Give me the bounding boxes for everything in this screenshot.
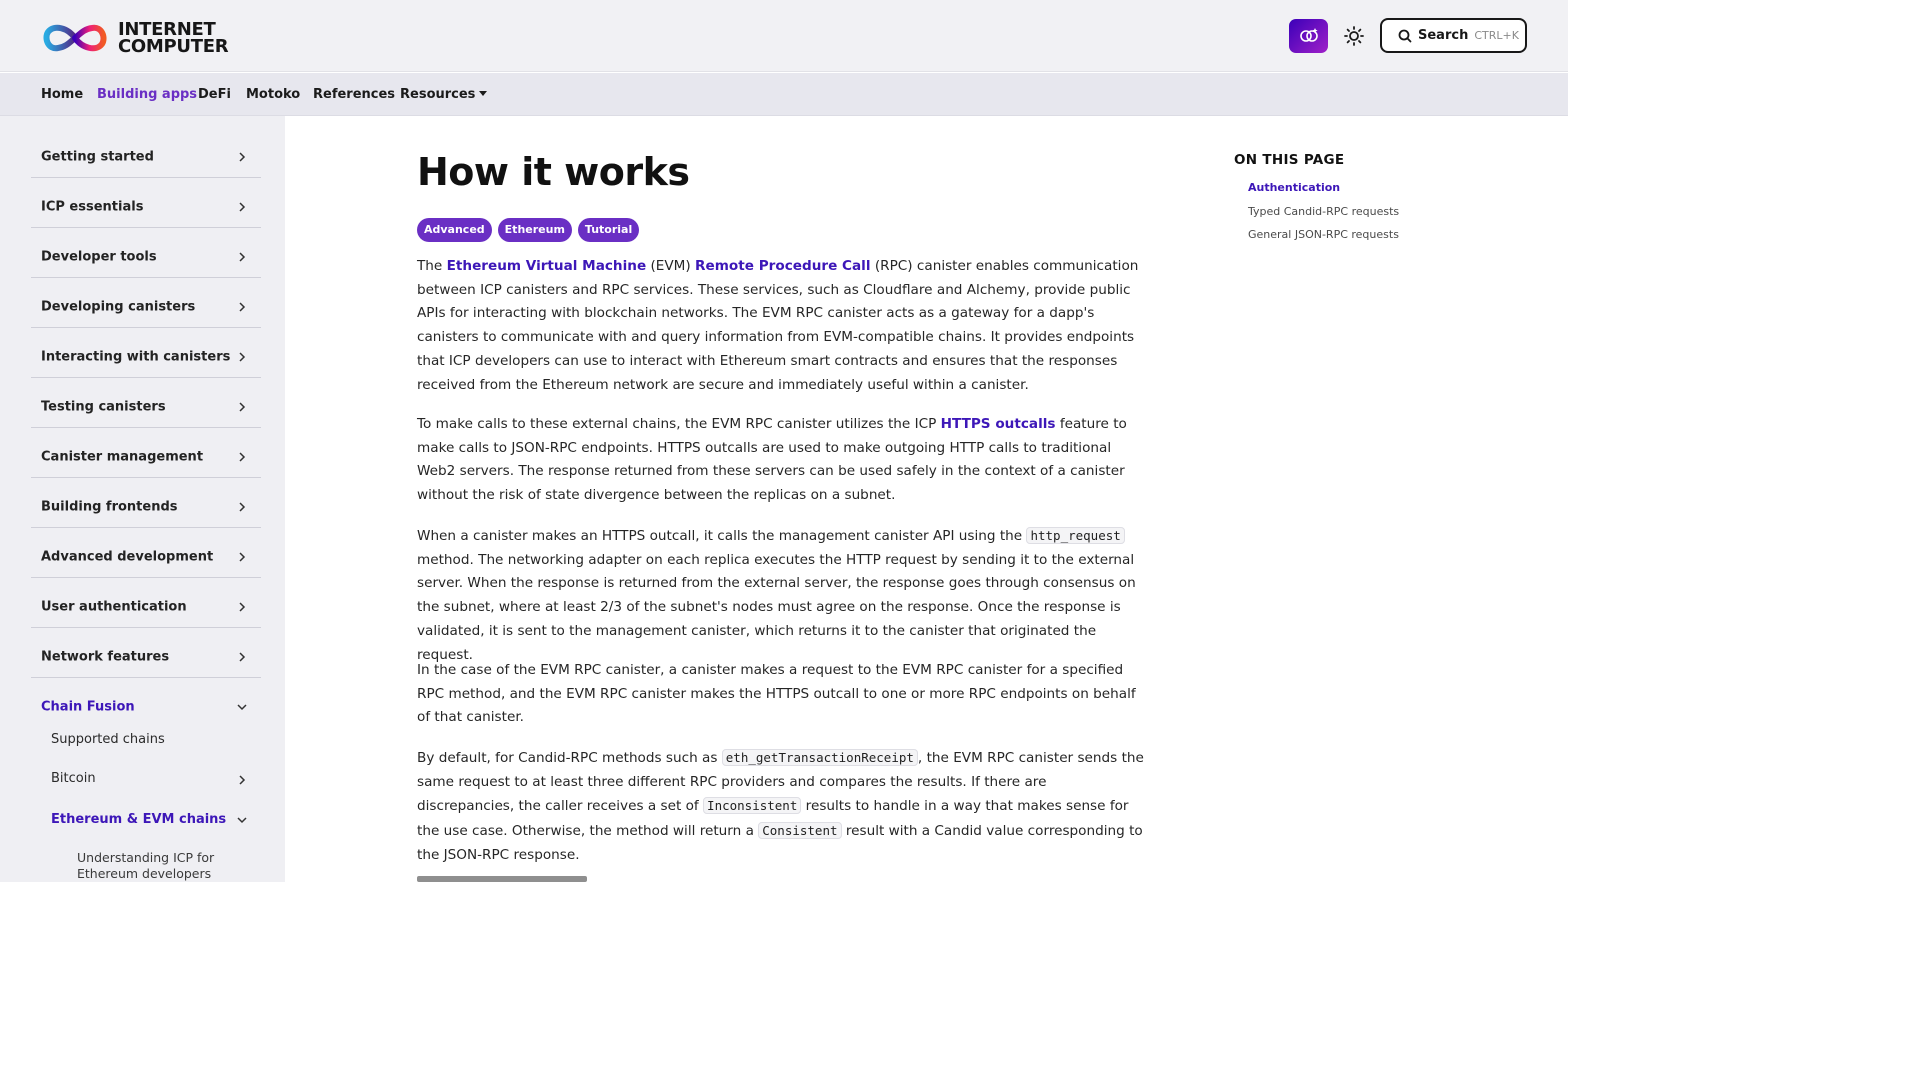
sidebar-item-label: Getting started	[41, 149, 154, 165]
sidebar-item-label: Interacting with canisters	[41, 349, 231, 365]
chevron-right-icon	[239, 552, 246, 562]
sidebar-item-user-authentication[interactable]: User authentication	[31, 578, 261, 628]
ai-assistant-button[interactable]	[1289, 19, 1328, 53]
sidebar-subitem-supported-chains[interactable]: Supported chains	[51, 732, 165, 747]
link-ethereum-virtual-machine[interactable]: Ethereum Virtual Machine	[447, 258, 647, 274]
sidebar-item-interacting-with-canisters[interactable]: Interacting with canisters	[31, 328, 261, 378]
sidebar-item-label: Chain Fusion	[41, 699, 135, 715]
sun-icon	[1344, 26, 1364, 46]
theme-toggle-button[interactable]	[1340, 22, 1368, 50]
link-remote-procedure-call[interactable]: Remote Procedure Call	[695, 258, 870, 274]
internet-computer-logo[interactable]: INTERNET COMPUTER	[40, 20, 229, 57]
sparkle-brain-icon	[1299, 28, 1318, 42]
chevron-right-icon	[239, 602, 246, 612]
code-inconsistent: Inconsistent	[703, 797, 802, 815]
infinity-logo-icon	[43, 24, 107, 52]
chevron-right-icon	[239, 302, 246, 312]
sidebar-item-network-features[interactable]: Network features	[31, 628, 261, 678]
tag-tutorial[interactable]: Tutorial	[577, 218, 640, 242]
next-section-heading-clipped	[417, 874, 587, 882]
text: The	[417, 258, 447, 274]
chevron-right-icon	[239, 502, 246, 512]
nav-resources-label: Resources	[400, 87, 476, 102]
chevron-right-icon	[239, 202, 246, 212]
search-icon	[1398, 29, 1412, 42]
tag-ethereum[interactable]: Ethereum	[497, 218, 572, 242]
chevron-right-icon	[239, 152, 246, 162]
chevron-right-icon	[239, 252, 246, 262]
paragraph-candid-rpc: By default, for Candid-RPC methods such …	[417, 746, 1145, 868]
top-header: INTERNET COMPUTER Search CTRL+K	[0, 0, 1568, 72]
nav-building-apps[interactable]: Building apps	[97, 87, 197, 102]
sidebar-item-testing-canisters[interactable]: Testing canisters	[31, 378, 261, 428]
sidebar-item-label: Canister management	[41, 449, 204, 465]
sidebar-item-label: ICP essentials	[41, 199, 144, 215]
sidebar-item-label: Testing canisters	[41, 399, 166, 415]
sidebar-item-icp-essentials[interactable]: ICP essentials	[31, 178, 261, 228]
chevron-right-icon	[239, 402, 246, 412]
toc-item-authentication[interactable]: Authentication	[1248, 181, 1340, 194]
text: To make calls to these external chains, …	[417, 416, 941, 432]
tag-advanced[interactable]: Advanced	[417, 218, 492, 242]
sidebar-subitem-understanding-icp[interactable]: Understanding ICP for Ethereum developer…	[77, 850, 247, 882]
nav-home[interactable]: Home	[41, 87, 83, 102]
caret-down-icon	[479, 91, 488, 96]
logo-line-2: COMPUTER	[118, 36, 229, 57]
chevron-right-icon	[239, 352, 246, 362]
paragraph-https-outcalls: To make calls to these external chains, …	[417, 413, 1145, 508]
nav-references[interactable]: References	[313, 87, 395, 102]
sidebar-item-chain-fusion[interactable]: Chain Fusion	[31, 678, 261, 728]
logo-wordmark: INTERNET COMPUTER	[118, 21, 229, 57]
sidebar-item-label: Network features	[41, 649, 170, 665]
paragraph-management-canister: When a canister makes an HTTPS outcall, …	[417, 524, 1145, 667]
clipped-heading-bar	[417, 876, 587, 882]
sidebar-item-developer-tools[interactable]: Developer tools	[31, 228, 261, 278]
toc-item-general-json-rpc[interactable]: General JSON-RPC requests	[1248, 228, 1399, 241]
search-button[interactable]: Search CTRL+K	[1380, 18, 1527, 53]
text: (EVM)	[646, 258, 696, 274]
toc-item-typed-candid-rpc[interactable]: Typed Candid-RPC requests	[1248, 205, 1399, 218]
text: method. The networking adapter on each r…	[417, 551, 1136, 663]
sidebar-item-label: Developer tools	[41, 249, 157, 265]
sidebar-item-building-frontends[interactable]: Building frontends	[31, 478, 261, 528]
chevron-down-icon	[237, 704, 247, 711]
sidebar-item-label: User authentication	[41, 599, 187, 615]
sidebar-subitem-ethereum-evm[interactable]: Ethereum & EVM chains	[51, 812, 226, 827]
sidebar-item-label: Building frontends	[41, 499, 178, 515]
search-label: Search	[1418, 28, 1469, 43]
chevron-right-icon[interactable]	[236, 774, 248, 786]
text: (RPC) canister enables communication bet…	[417, 258, 1139, 393]
code-eth-get-transaction-receipt: eth_getTransactionReceipt	[721, 749, 918, 766]
text: By default, for Candid-RPC methods such …	[417, 750, 722, 766]
tag-list: Advanced Ethereum Tutorial	[417, 218, 640, 242]
sidebar-item-developing-canisters[interactable]: Developing canisters	[31, 278, 261, 328]
nav-defi[interactable]: DeFi	[198, 87, 231, 102]
link-https-outcalls[interactable]: HTTPS outcalls	[941, 416, 1056, 432]
sidebar-item-label: Advanced development	[41, 549, 214, 565]
sidebar-item-label: Developing canisters	[41, 299, 196, 315]
search-shortcut: CTRL+K	[1474, 29, 1519, 42]
sidebar-item-advanced-development[interactable]: Advanced development	[31, 528, 261, 578]
paragraph-intro: The Ethereum Virtual Machine (EVM) Remot…	[417, 255, 1145, 397]
toc-title: ON THIS PAGE	[1234, 152, 1345, 168]
page-title: How it works	[417, 150, 690, 194]
chevron-down-icon[interactable]	[236, 814, 248, 826]
nav-resources[interactable]: Resources	[400, 87, 488, 102]
chevron-right-icon	[239, 652, 246, 662]
nav-motoko[interactable]: Motoko	[246, 87, 300, 102]
text: When a canister makes an HTTPS outcall, …	[417, 528, 1027, 544]
main-nav: Home Building apps DeFi Motoko Reference…	[0, 73, 1568, 116]
code-http-request: http_request	[1026, 527, 1125, 544]
sidebar-item-canister-management[interactable]: Canister management	[31, 428, 261, 478]
sidebar-item-getting-started[interactable]: Getting started	[31, 128, 261, 178]
code-consistent: Consistent	[758, 822, 842, 840]
chevron-right-icon	[239, 452, 246, 462]
paragraph-evm-rpc-request: In the case of the EVM RPC canister, a c…	[417, 662, 1136, 726]
sidebar-subitem-bitcoin[interactable]: Bitcoin	[51, 771, 96, 786]
